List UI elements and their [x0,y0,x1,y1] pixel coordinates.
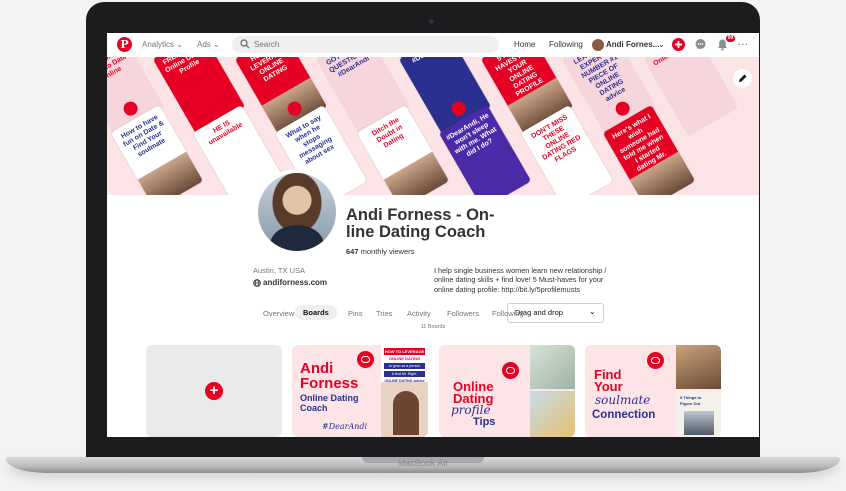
home-link[interactable]: Home [514,40,535,49]
board-book-cover: 5 Things to Figure Out [676,391,721,437]
analytics-label: Analytics [142,40,175,49]
board-subtitle: Online Dating Coach [300,393,359,413]
board-signature: #DearAndi [322,422,368,431]
more-icon[interactable]: ··· [738,40,749,49]
board-photo [530,391,575,437]
cover-pin-photo [383,151,450,195]
cover-pin-photo [137,151,204,195]
pencil-icon [739,74,747,82]
viewers-label: monthly viewers [360,247,415,256]
board-title: Find Your [594,368,623,394]
cover-pin-text: GOT DATING QUESTIONS? #DearAndi [325,57,372,79]
following-link[interactable]: Following [549,40,583,49]
board-side-heading: HOW TO LEVERAGE [384,348,425,355]
board-subtitle-line: Connection [592,409,656,421]
board-photo [676,345,721,389]
board-side-text: ONLINE DATING advice [384,379,425,383]
board-photo [684,411,714,435]
profile-name: Andi Forness - On-line Dating Coach [346,206,495,241]
board-side-text: ONLINE DATING [388,356,421,361]
profile-bio: I help single business women learn new r… [434,266,607,294]
board-script-text: soulmate [595,393,651,407]
tab-boards[interactable]: Boards [295,305,337,320]
message-icon [647,352,664,369]
message-icon [613,99,633,119]
board-side-text: Figure Out [680,401,701,406]
tab-pins[interactable]: Pins [348,309,363,318]
board-script-text: profile [451,403,491,417]
search-placeholder: Search [254,40,280,49]
chevron-down-icon: ⌄ [589,307,596,316]
tab-followers[interactable]: Followers [447,309,479,318]
message-icon [357,351,374,368]
message-icon [121,99,141,119]
notification-badge: 99 [726,35,735,42]
user-menu[interactable]: Andi Fornes... [606,40,659,49]
search-input[interactable]: Search [232,36,499,53]
create-board-card[interactable]: + [146,345,282,437]
tab-tries[interactable]: Tries [376,309,392,318]
profile-photo[interactable] [254,169,340,255]
board-card[interactable]: Online Dating profile Tips [439,345,575,437]
cover-pin-text: Can't I ANYONE Want to Date Online [107,57,128,83]
board-photo [530,345,575,389]
chevron-down-icon[interactable]: ⌄ [658,40,665,49]
plus-icon: + [205,382,223,400]
plus-icon[interactable] [672,38,685,51]
device-label: MacBook Air [397,458,449,468]
board-side-text: & find Mr. Right. [384,371,425,377]
monthly-viewers: 647 monthly viewers [346,247,414,256]
board-subtitle: Connection [592,409,655,421]
search-icon [240,39,250,49]
ads-menu[interactable]: Ads ⌄ [197,40,220,49]
boards-count: 11 Boards [420,324,446,330]
board-title: Online Dating [453,380,493,405]
board-title-line: Andi [300,360,334,377]
board-side-panel: HOW TO LEVERAGE ONLINE DATING to grow as… [381,345,428,437]
tab-following[interactable]: Following [492,309,524,318]
tab-activity[interactable]: Activity [407,309,431,318]
cover-pin-text: FREE guide: Online Dating Profile [161,57,207,76]
cover-collage: Can't I ANYONE Want to Date OnlineHow to… [107,57,759,195]
profile-website-link[interactable]: andiforness.com [263,278,327,287]
globe-icon [253,279,261,287]
profile-photo-shoulders [270,225,324,251]
board-side-text: 5 Things to [680,395,702,400]
cover-pin-text: HOW TO LEVERAGE ONLINE DATING [249,57,289,84]
avatar[interactable] [592,39,604,51]
screen: P Analytics ⌄ Ads ⌄ Search Home Followin… [107,33,759,437]
board-title: Andi Forness [300,361,358,391]
viewers-count: 647 [346,247,359,256]
board-card[interactable]: Find Your soulmate Connection 5 Things t… [585,345,721,437]
board-side-text: to grow as a person [384,363,425,369]
pinterest-logo-icon[interactable]: P [117,37,132,52]
message-icon [502,362,519,379]
cover-pin-text: Online Dating [651,57,697,69]
top-navigation: P Analytics ⌄ Ads ⌄ Search Home Followin… [107,33,759,57]
board-subtitle: Tips [473,416,496,428]
tab-overview[interactable]: Overview [263,309,294,318]
board-subtitle-line: Coach [300,403,328,413]
analytics-menu[interactable]: Analytics ⌄ [142,40,183,49]
chevron-down-icon: ⌄ [176,40,183,49]
edit-cover-button[interactable] [733,69,752,88]
board-title-line: Forness [300,375,359,392]
board-title-line: Your [594,379,623,394]
board-subtitle-line: Online Dating [300,393,359,403]
profile-location: Austin, TX USA [253,266,305,275]
board-card[interactable]: Andi Forness Online Dating Coach #DearAn… [292,345,428,437]
board-photo-person [393,391,419,435]
board-subtitle-line: Tips [473,416,496,428]
webcam [429,19,434,24]
profile-photo-image [258,173,336,251]
message-icon [449,99,469,119]
chevron-down-icon: ⌄ [213,40,220,49]
ads-label: Ads [197,40,211,49]
cover-pin-text: LEARN THE EXPERT'S NUMBER #1 PIECE OF ON… [572,57,627,104]
message-icon[interactable] [694,38,707,51]
cover-pin-text: #DearAndi [405,57,451,69]
